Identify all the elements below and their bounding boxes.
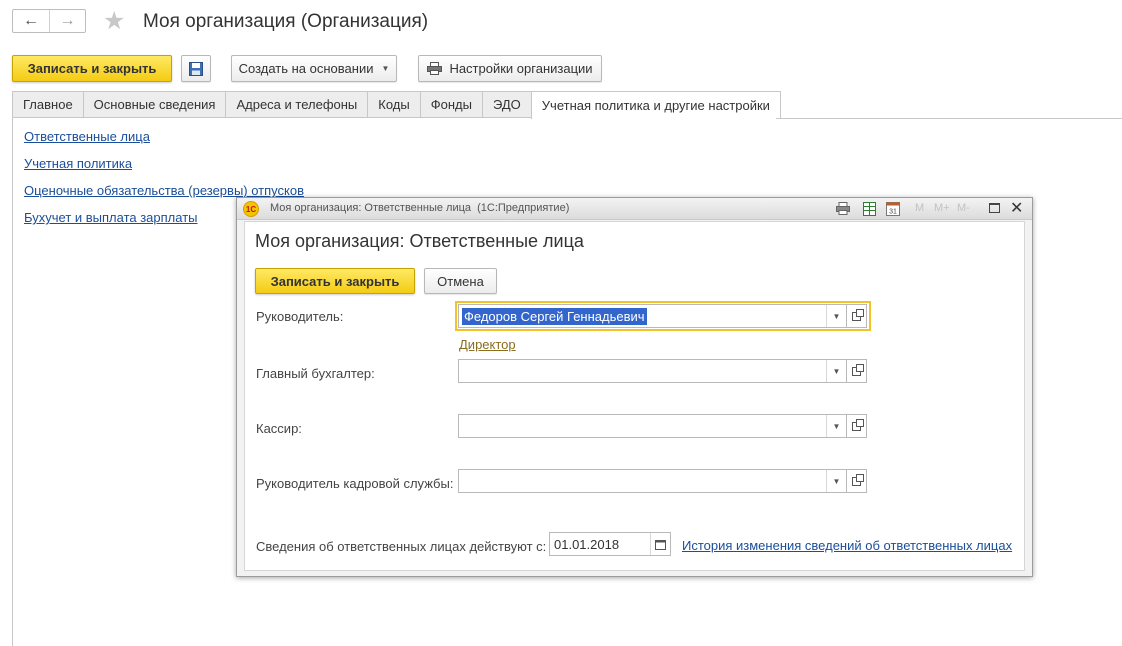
spreadsheet-icon[interactable] [863,202,876,216]
back-button[interactable]: ← [13,10,49,32]
tab-edo[interactable]: ЭДО [481,91,531,118]
date-picker-button[interactable] [650,533,670,555]
open-window-icon [852,308,864,321]
head-label: Руководитель: [256,309,344,324]
dialog-save-close-button[interactable]: Записать и закрыть [255,268,415,294]
hr-head-label: Руководитель кадровой службы: [256,476,454,491]
page-border [12,118,13,646]
tab-accounting-policy[interactable]: Учетная политика и другие настройки [530,91,781,119]
forward-button[interactable]: → [49,10,85,32]
hr-head-input[interactable]: ▼ [458,469,847,493]
link-payroll-accounting[interactable]: Бухучет и выплата зарплаты [24,210,198,225]
responsible-persons-dialog: 1С Моя организация: Ответственные лица (… [236,197,1033,577]
link-accounting-policy[interactable]: Учетная политика [24,156,132,171]
head-position-link[interactable]: Директор [459,337,516,352]
open-window-icon [852,473,864,486]
create-based-on-label: Создать на основании [238,61,374,76]
effective-date-label: Сведения об ответственных лицах действую… [256,539,547,554]
save-close-button[interactable]: Записать и закрыть [12,55,172,82]
cashier-input[interactable]: ▼ [458,414,847,438]
chevron-down-icon[interactable]: ▼ [826,305,846,327]
link-vacation-reserves[interactable]: Оценочные обязательства (резервы) отпуск… [24,183,304,198]
chevron-down-icon: ▼ [381,64,390,73]
head-input[interactable]: Федоров Сергей Геннадьевич ▼ [458,304,847,328]
dialog-window-title: Моя организация: Ответственные лица (1С:… [270,202,570,214]
link-responsible-persons[interactable]: Ответственные лица [24,129,150,144]
dialog-heading: Моя организация: Ответственные лица [255,231,584,251]
dialog-titlebar: 1С Моя организация: Ответственные лица (… [237,198,1032,220]
hr-head-open-button[interactable] [846,469,867,493]
chevron-down-icon[interactable]: ▼ [826,360,846,382]
cashier-open-button[interactable] [846,414,867,438]
chief-accountant-open-button[interactable] [846,359,867,383]
chevron-down-icon[interactable]: ▼ [826,470,846,492]
memory-minus-button[interactable]: M- [957,202,970,214]
print-icon[interactable] [836,202,850,215]
arrow-left-icon: ← [23,12,39,29]
tab-funds[interactable]: Фонды [419,91,482,118]
head-open-button[interactable] [846,304,867,328]
calendar-icon[interactable]: 31 [886,201,900,216]
nav-buttons: ← → [12,9,86,33]
chief-accountant-label: Главный бухгалтер: [256,366,375,381]
1c-logo-icon: 1С [243,201,259,217]
dialog-body: Моя организация: Ответственные лица Запи… [244,221,1025,571]
close-icon[interactable]: ✕ [1010,198,1023,220]
open-window-icon [852,418,864,431]
create-based-on-button[interactable]: Создать на основании ▼ [231,55,397,82]
favorite-star-icon[interactable]: ★ [103,8,125,34]
head-value: Федоров Сергей Геннадьевич [462,308,647,325]
open-window-icon [852,363,864,376]
tab-addresses-phones[interactable]: Адреса и телефоны [225,91,368,118]
effective-date-input[interactable]: 01.01.2018 [549,532,671,556]
tab-codes[interactable]: Коды [367,91,420,118]
calendar-icon [655,539,666,550]
memory-m-button[interactable]: M [915,202,924,214]
history-link[interactable]: История изменения сведений об ответствен… [682,538,1012,553]
maximize-icon[interactable] [989,203,1000,213]
org-settings-button[interactable]: Настройки организации [418,55,602,82]
tab-main[interactable]: Главное [12,91,83,118]
arrow-right-icon: → [59,12,76,29]
chevron-down-icon[interactable]: ▼ [826,415,846,437]
cashier-label: Кассир: [256,421,302,436]
memory-plus-button[interactable]: M+ [934,202,950,214]
floppy-disk-icon [189,61,203,76]
dialog-cancel-button[interactable]: Отмена [424,268,497,294]
svg-text:31: 31 [889,209,897,216]
save-button[interactable] [181,55,211,82]
tab-divider [776,118,1122,119]
tab-strip: Главное Основные сведения Адреса и телеф… [12,91,781,119]
chief-accountant-input[interactable]: ▼ [458,359,847,383]
effective-date-value: 01.01.2018 [554,537,620,552]
window-title: Моя организация (Организация) [143,11,429,32]
org-settings-label: Настройки организации [449,61,593,76]
tab-basic-info[interactable]: Основные сведения [82,91,226,118]
printer-icon [427,62,443,75]
